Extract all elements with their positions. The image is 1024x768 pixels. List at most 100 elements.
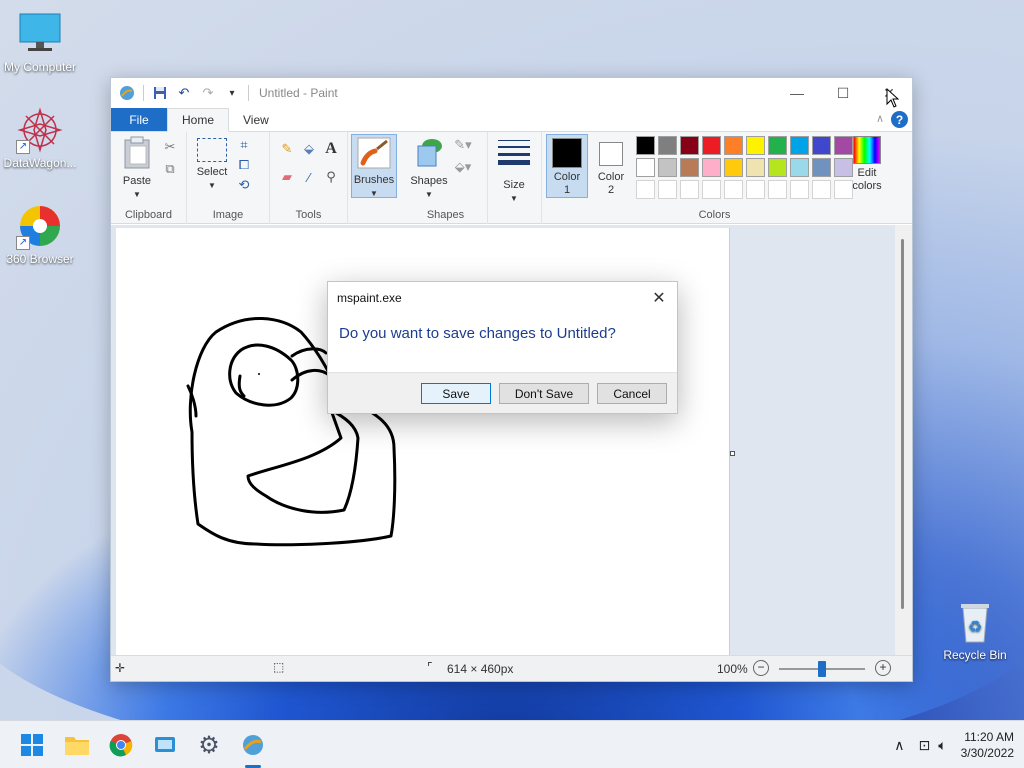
- pencil-icon[interactable]: ✎: [278, 140, 296, 158]
- palette-swatch[interactable]: [790, 158, 809, 177]
- color2-button[interactable]: Color 2: [590, 134, 632, 198]
- save-button[interactable]: Save: [421, 383, 491, 404]
- desktop-icon-my-computer[interactable]: My Computer: [0, 10, 80, 74]
- group-label-tools: Tools: [295, 209, 322, 221]
- cursor-position-icon: ✛: [115, 661, 126, 675]
- copy-icon[interactable]: ⧉: [161, 160, 179, 178]
- chrome-button[interactable]: [107, 731, 135, 759]
- palette-swatch[interactable]: [790, 136, 809, 155]
- palette-swatch[interactable]: [702, 136, 721, 155]
- canvas-dimensions: 614 × 460px: [447, 662, 514, 676]
- custom-color-slot[interactable]: [812, 180, 831, 199]
- dialog-footer: Save Don't Save Cancel: [328, 372, 677, 413]
- color1-button[interactable]: Color 1: [546, 134, 588, 198]
- fill-icon[interactable]: ⬙: [300, 140, 318, 158]
- custom-color-slot[interactable]: [724, 180, 743, 199]
- minimize-button[interactable]: —: [774, 78, 820, 108]
- shapes-button[interactable]: Shapes ▼: [408, 136, 450, 201]
- zoom-slider-thumb[interactable]: [818, 661, 826, 677]
- edit-colors-button[interactable]: Edit colors: [848, 136, 886, 193]
- custom-color-slot[interactable]: [746, 180, 765, 199]
- settings-button[interactable]: ⚙: [195, 731, 223, 759]
- tab-file[interactable]: File: [111, 108, 167, 131]
- palette-swatch[interactable]: [636, 158, 655, 177]
- brushes-button[interactable]: Brushes ▼: [351, 134, 397, 198]
- chrome-icon: [109, 734, 133, 757]
- text-icon[interactable]: A: [322, 140, 340, 158]
- palette-swatch[interactable]: [746, 158, 765, 177]
- tab-home[interactable]: Home: [167, 108, 230, 132]
- volume-icon[interactable]: 🔈︎: [938, 737, 946, 754]
- size-dropdown-icon: ▼: [510, 194, 518, 203]
- palette-swatch[interactable]: [768, 136, 787, 155]
- dialog-close-button[interactable]: ✕: [649, 288, 669, 308]
- save-icon[interactable]: [152, 85, 168, 101]
- windows-logo-icon: [21, 734, 43, 756]
- shape-fill-icon[interactable]: ⬙▾: [454, 158, 472, 176]
- eraser-icon[interactable]: ▰: [278, 168, 296, 186]
- color-palette: [636, 136, 858, 202]
- dont-save-button[interactable]: Don't Save: [499, 383, 589, 404]
- custom-color-slot[interactable]: [790, 180, 809, 199]
- network-icon[interactable]: ⊡: [918, 737, 930, 754]
- zoom-out-button[interactable]: −: [753, 660, 769, 676]
- palette-swatch[interactable]: [658, 158, 677, 177]
- palette-swatch[interactable]: [680, 136, 699, 155]
- dialog-title: mspaint.exe: [337, 291, 402, 305]
- size-label: Size: [503, 179, 525, 191]
- palette-swatch[interactable]: [812, 158, 831, 177]
- custom-color-slot[interactable]: [636, 180, 655, 199]
- palette-swatch[interactable]: [658, 136, 677, 155]
- help-icon[interactable]: ?: [891, 111, 908, 128]
- redo-icon[interactable]: ↷: [200, 85, 216, 101]
- save-changes-dialog: mspaint.exe ✕ Do you want to save change…: [327, 281, 678, 414]
- palette-swatch[interactable]: [746, 136, 765, 155]
- recycle-bin-icon: ♻: [951, 598, 999, 646]
- palette-swatch[interactable]: [702, 158, 721, 177]
- resize-icon[interactable]: ⧠: [235, 156, 253, 174]
- paste-button[interactable]: Paste ▼: [119, 136, 155, 201]
- magnifier-icon[interactable]: ⚲: [322, 168, 340, 186]
- custom-color-slot[interactable]: [702, 180, 721, 199]
- start-button[interactable]: [18, 731, 46, 759]
- desktop-icon-label: My Computer: [3, 60, 77, 74]
- custom-color-slot[interactable]: [658, 180, 677, 199]
- crop-icon[interactable]: ⌗: [235, 136, 253, 154]
- app-button[interactable]: [151, 731, 179, 759]
- tab-view[interactable]: View: [229, 108, 283, 131]
- size-button[interactable]: Size ▼: [494, 138, 534, 205]
- custom-color-slot[interactable]: [768, 180, 787, 199]
- title-bar: ↶ ↷ ▾ Untitled - Paint — ☐ ✕: [111, 78, 912, 108]
- palette-swatch[interactable]: [724, 136, 743, 155]
- file-explorer-button[interactable]: [63, 731, 91, 759]
- show-hidden-icons-button[interactable]: ∧: [894, 737, 904, 754]
- scrollbar-thumb[interactable]: [901, 239, 904, 609]
- custom-color-slot[interactable]: [680, 180, 699, 199]
- outline-icon[interactable]: ✎▾: [454, 136, 472, 154]
- palette-swatch[interactable]: [636, 136, 655, 155]
- desktop-icon-360-browser[interactable]: ↗ 360 Browser: [0, 202, 80, 266]
- zoom-in-button[interactable]: +: [875, 660, 891, 676]
- cut-icon[interactable]: ✂: [161, 138, 179, 156]
- customize-toolbar-icon[interactable]: ▾: [224, 85, 240, 101]
- rotate-icon[interactable]: ⟲: [235, 176, 253, 194]
- palette-swatch[interactable]: [680, 158, 699, 177]
- collapse-ribbon-icon[interactable]: ∧: [876, 112, 884, 125]
- maximize-button[interactable]: ☐: [820, 78, 866, 108]
- paint-taskbar-button[interactable]: [239, 731, 267, 759]
- palette-swatch[interactable]: [768, 158, 787, 177]
- palette-swatch[interactable]: [724, 158, 743, 177]
- color2-label-line1: Color: [597, 171, 625, 183]
- select-button[interactable]: Select ▼: [195, 138, 229, 192]
- vertical-scrollbar[interactable]: [895, 225, 912, 656]
- window-title: Untitled - Paint: [259, 86, 338, 100]
- desktop-icon-recycle-bin[interactable]: ♻ Recycle Bin: [935, 598, 1015, 662]
- canvas-resize-handle[interactable]: [730, 451, 735, 456]
- cancel-button[interactable]: Cancel: [597, 383, 667, 404]
- desktop-icon-datawagon[interactable]: ↗ DataWagon...: [0, 106, 80, 170]
- palette-swatch[interactable]: [812, 136, 831, 155]
- clock[interactable]: 11:20 AM 3/30/2022: [961, 729, 1014, 761]
- undo-icon[interactable]: ↶: [176, 85, 192, 101]
- zoom-slider[interactable]: [779, 661, 865, 677]
- color-picker-icon[interactable]: ⁄: [300, 168, 318, 186]
